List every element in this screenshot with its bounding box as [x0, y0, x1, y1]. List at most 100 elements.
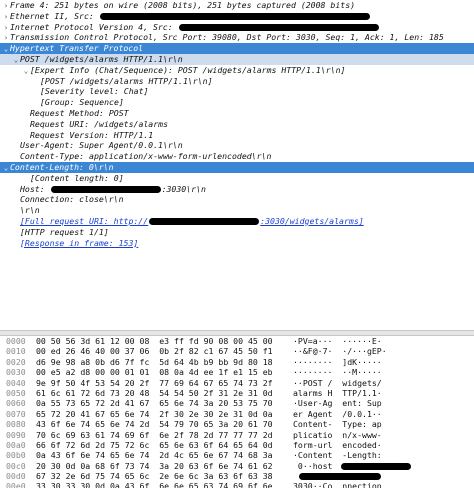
hex-offset: 0040	[6, 377, 26, 388]
tree-row-label: Transmission Control Protocol, Src Port:…	[10, 32, 444, 43]
tree-row[interactable]: Request Version: HTTP/1.1	[0, 130, 474, 141]
hex-bytes: 0a 43 6f 6e 74 65 6e 74 2d 4c 65 6e 67 7…	[36, 450, 273, 461]
hex-row[interactable]: 00e0 33 30 33 30 0d 0a 43 6f 6e 6e 65 63 …	[0, 481, 474, 488]
hex-ascii: ········ ··M·····	[293, 367, 382, 378]
tree-row-label: [HTTP request 1/1]	[20, 226, 109, 237]
tree-row-label: Content-Length: 0\r\n	[10, 161, 114, 172]
redaction-bar	[341, 462, 411, 470]
tree-row[interactable]: Host: :3030\r\n	[0, 184, 474, 195]
hex-bytes: d6 9e 98 a8 0b d6 7f fc 5d 64 4b b9 bb 9…	[36, 356, 273, 367]
hex-offset: 00e0	[6, 481, 26, 488]
hex-ascii: ·PV=a··· ······E·	[293, 336, 382, 346]
hex-offset: 0000	[6, 336, 26, 346]
hex-offset: 0070	[6, 408, 26, 419]
hex-bytes: 00 e5 a2 d8 00 00 01 01 08 0a 4d ee 1f e…	[36, 367, 273, 378]
hex-offset: 00d0	[6, 471, 26, 482]
hex-ascii: ·Content -Length:	[293, 450, 382, 461]
hex-bytes: 67 32 2e 6d 75 74 65 6c 2e 6e 6c 3a 63 6…	[36, 471, 273, 482]
tree-row[interactable]: ⌄ POST /widgets/alarms HTTP/1.1\r\n	[0, 53, 474, 65]
hex-offset: 0020	[6, 356, 26, 367]
tree-row[interactable]: ⌄ Content-Length: 0\r\n	[0, 161, 474, 173]
tree-row-label: [Content length: 0]	[30, 172, 124, 183]
tree-row-label: [Response in frame: 153]	[20, 237, 139, 248]
tree-row[interactable]: [HTTP request 1/1]	[0, 227, 474, 238]
hex-row[interactable]: 0040 9e 9f 50 4f 53 54 20 2f 77 69 64 67 …	[0, 378, 474, 388]
hex-row[interactable]: 0010 00 ed 26 46 40 00 37 06 0b 2f 82 c1 …	[0, 346, 474, 356]
hex-row[interactable]: 0070 65 72 20 41 67 65 6e 74 2f 30 2e 30 …	[0, 409, 474, 419]
tree-row[interactable]: Request Method: POST	[0, 108, 474, 119]
tree-row-label: Content-Type: application/x-www-form-url…	[20, 151, 272, 162]
packet-details-tree: › Frame 4: 251 bytes on wire (2008 bits),…	[0, 0, 474, 330]
hex-row[interactable]: 0030 00 e5 a2 d8 00 00 01 01 08 0a 4d ee …	[0, 367, 474, 377]
tree-row[interactable]: Request URI: /widgets/alarms	[0, 119, 474, 130]
tree-row-label: Host:	[20, 183, 50, 194]
tree-row[interactable]: [POST /widgets/alarms HTTP/1.1\r\n]	[0, 76, 474, 87]
tree-row[interactable]: \r\n	[0, 205, 474, 216]
tree-row[interactable]: [Response in frame: 153]	[0, 238, 474, 249]
tree-row-label: [Group: Sequence]	[40, 97, 124, 108]
tree-row-label: [Expert Info (Chat/Sequence): POST /widg…	[30, 64, 346, 75]
hex-offset: 00a0	[6, 439, 26, 450]
hex-bytes: 66 6f 72 6d 2d 75 72 6c 65 6e 63 6f 64 6…	[36, 439, 273, 450]
tree-row-label: Frame 4: 251 bytes on wire (2008 bits), …	[10, 0, 356, 10]
tree-row[interactable]: [Group: Sequence]	[0, 97, 474, 108]
redaction-bar	[299, 473, 381, 481]
tree-row-label: POST /widgets/alarms HTTP/1.1\r\n	[20, 53, 183, 64]
hex-ascii: Content- Type: ap	[293, 419, 382, 430]
tree-row[interactable]: User-Agent: Super Agent/0.0.1\r\n	[0, 140, 474, 151]
hex-row[interactable]: 00c0 20 30 0d 0a 68 6f 73 74 3a 20 63 6f …	[0, 461, 474, 471]
redaction-bar	[178, 23, 379, 31]
hex-row[interactable]: 00b0 0a 43 6f 6e 74 65 6e 74 2d 4c 65 6e …	[0, 450, 474, 460]
tree-row[interactable]: [Severity level: Chat]	[0, 86, 474, 97]
tree-row[interactable]: Connection: close\r\n	[0, 194, 474, 205]
hex-bytes: 65 72 20 41 67 65 6e 74 2f 30 2e 30 2e 3…	[36, 408, 273, 419]
hex-bytes: 33 30 33 30 0d 0a 43 6f 6e 6e 65 63 74 6…	[36, 481, 273, 488]
tree-row[interactable]: ⌄ [Expert Info (Chat/Sequence): POST /wid…	[0, 65, 474, 76]
tree-row-label-suffix: :3030\r\n	[161, 183, 206, 194]
tree-row-label-suffix: :3030/widgets/alarms]	[260, 215, 364, 226]
hex-ascii: ··&F@·7· ·/···gEP·	[293, 346, 387, 357]
hex-ascii: plicatio n/x-www-	[293, 429, 382, 440]
hex-row[interactable]: 0090 70 6c 69 63 61 74 69 6f 6e 2f 78 2d …	[0, 430, 474, 440]
hex-bytes: 43 6f 6e 74 65 6e 74 2d 54 79 70 65 3a 2…	[36, 419, 273, 430]
hex-ascii: er Agent /0.0.1··	[293, 408, 382, 419]
hex-row[interactable]: 0000 00 50 56 3d 61 12 00 08 e3 ff fd 90 …	[0, 336, 474, 346]
hex-ascii: ·User-Ag ent: Sup	[293, 398, 382, 409]
redaction-bar	[99, 12, 370, 20]
hex-offset: 0080	[6, 419, 26, 430]
tree-row[interactable]: Content-Type: application/x-www-form-url…	[0, 151, 474, 162]
hex-offset: 00c0	[6, 460, 26, 471]
hex-bytes: 0a 55 73 65 72 2d 41 67 65 6e 74 3a 20 5…	[36, 398, 273, 409]
hex-bytes: 00 ed 26 46 40 00 37 06 0b 2f 82 c1 67 4…	[36, 346, 273, 357]
hex-ascii: ········ ]dK·····	[293, 356, 382, 367]
tree-row-label: Request Version: HTTP/1.1	[30, 129, 154, 140]
tree-row-label: Request URI: /widgets/alarms	[30, 118, 169, 129]
tree-row-label: Hypertext Transfer Protocol	[10, 43, 144, 54]
hex-row[interactable]: 0060 0a 55 73 65 72 2d 41 67 65 6e 74 3a …	[0, 398, 474, 408]
hex-row[interactable]: 0080 43 6f 6e 74 65 6e 74 2d 54 79 70 65 …	[0, 419, 474, 429]
hex-bytes: 20 30 0d 0a 68 6f 73 74 3a 20 63 6f 6e 7…	[36, 460, 273, 471]
tree-row[interactable]: [Content length: 0]	[0, 173, 474, 184]
hex-row[interactable]: 00a0 66 6f 72 6d 2d 75 72 6c 65 6e 63 6f …	[0, 440, 474, 450]
hex-ascii: alarms H TTP/1.1·	[293, 387, 382, 398]
tree-row[interactable]: ⌄ Hypertext Transfer Protocol	[0, 43, 474, 54]
hex-offset: 00b0	[6, 450, 26, 461]
tree-row[interactable]: › Internet Protocol Version 4, Src:	[0, 22, 474, 33]
tree-row[interactable]: › Ethernet II, Src:	[0, 11, 474, 22]
hex-row[interactable]: 00d0 67 32 2e 6d 75 74 65 6c 2e 6e 6c 3a …	[0, 471, 474, 481]
tree-row-label: Internet Protocol Version 4, Src:	[10, 21, 178, 32]
tree-row-label: Request Method: POST	[30, 107, 129, 118]
hex-bytes: 9e 9f 50 4f 53 54 20 2f 77 69 64 67 65 7…	[36, 377, 273, 388]
hex-offset: 0060	[6, 398, 26, 409]
tree-row[interactable]: › Transmission Control Protocol, Src Port…	[0, 32, 474, 43]
tree-row[interactable]: [Full request URI: http://:3030/widgets/…	[0, 216, 474, 227]
hex-bytes: 00 50 56 3d 61 12 00 08 e3 ff fd 90 08 0…	[36, 336, 273, 346]
hex-offset: 0010	[6, 346, 26, 357]
hex-offset: 0030	[6, 367, 26, 378]
redaction-bar	[50, 185, 161, 193]
hex-row[interactable]: 0050 61 6c 61 72 6d 73 20 48 54 54 50 2f …	[0, 388, 474, 398]
hex-offset: 0050	[6, 387, 26, 398]
tree-row-label: [Severity level: Chat]	[40, 86, 149, 97]
tree-row[interactable]: › Frame 4: 251 bytes on wire (2008 bits),…	[0, 0, 474, 11]
hex-row[interactable]: 0020 d6 9e 98 a8 0b d6 7f fc 5d 64 4b b9 …	[0, 357, 474, 367]
